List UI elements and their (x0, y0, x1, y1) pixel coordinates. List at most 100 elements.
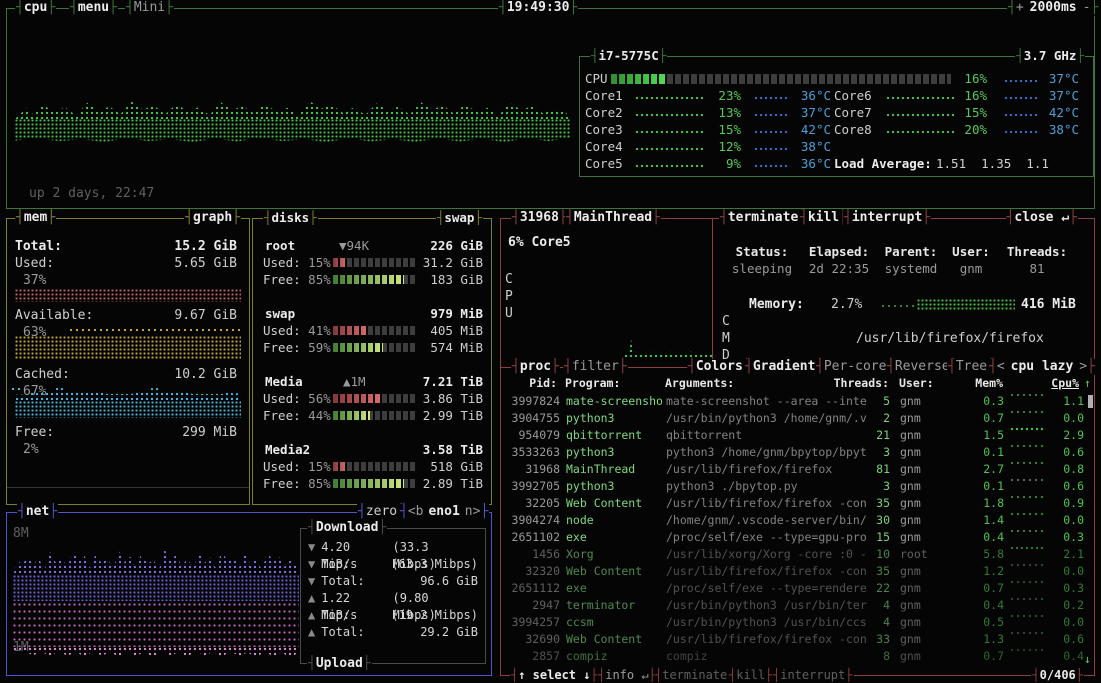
scroll-down-icon[interactable]: ↓ (1084, 651, 1091, 668)
interval-plus-button[interactable]: + (1016, 0, 1024, 15)
disk-free-value: 183 GiB (430, 271, 483, 288)
interrupt-button[interactable]: interrupt (843, 210, 931, 226)
disks-box-title[interactable]: disks (263, 210, 318, 226)
clock: 19:49:30 (498, 0, 578, 16)
sort-next-button[interactable]: > (1079, 359, 1087, 374)
detail-field-label: Elapsed: (801, 243, 877, 260)
column-mem[interactable]: Mem% (963, 375, 1003, 392)
table-row[interactable]: 3994257ccsm/usr/bin/python3 /usr/bin/ccs… (502, 614, 1093, 631)
table-row[interactable]: 954079qbittorrentqbittorrent21gnm1.52.9 (502, 427, 1093, 444)
process-table: 3997824mate-screenshomate-screenshot --a… (502, 393, 1093, 665)
kill-button[interactable]: kill (799, 210, 848, 226)
mem-free-label: Free: (15, 424, 54, 441)
colors-option[interactable]: Colors (687, 359, 752, 375)
detail-field-label: Status: (726, 243, 798, 260)
table-row[interactable]: 3992705python3python3 ./bpytop.py3gnm0.1… (502, 478, 1093, 495)
core-temp: 36°C (787, 155, 831, 172)
table-row[interactable]: 2947terminator/usr/bin/python3 /usr/bin/… (502, 597, 1093, 614)
column-pid[interactable]: Pid: (509, 375, 557, 392)
download-title: Download (307, 520, 387, 536)
column-program[interactable]: Program: (565, 375, 620, 392)
table-row[interactable]: 32690Web Content/usr/lib/firefox/firefox… (502, 631, 1093, 648)
detail-command: /usr/lib/firefox/firefox (856, 330, 1044, 347)
mem-box-title[interactable]: mem (15, 210, 56, 226)
interval-minus-button[interactable]: - (1083, 0, 1091, 15)
cpu-usage-graph-spikes (15, 91, 571, 119)
uptime: up 2 days, 22:47 (29, 185, 154, 202)
download-speed-row: ▼4.20 MiB/s(33.3 Mibps) (301, 539, 485, 556)
core-temp: 38°C (787, 138, 831, 155)
column-cpu[interactable]: Cpu% (1035, 375, 1079, 392)
disk-total: 7.21 TiB (423, 373, 483, 390)
table-row[interactable]: 3533263python3python3 /home/gnm/bpytop/b… (502, 444, 1093, 461)
table-row[interactable]: 31968MainThread/usr/lib/firefox/firefox8… (502, 461, 1093, 478)
disk-used-meter (333, 394, 417, 403)
detail-memory-label: Memory: (749, 296, 804, 313)
iface-next-button[interactable]: n> (465, 504, 481, 519)
disk-used-value: 405 MiB (430, 322, 483, 339)
scrollbar-thumb[interactable] (1088, 395, 1093, 408)
mini-mode-button[interactable]: Mini (125, 0, 174, 16)
table-row[interactable]: 32320Web Content/usr/lib/firefox/firefox… (502, 563, 1093, 580)
footer-interrupt-button[interactable]: interrupt (772, 667, 854, 683)
sort-prev-button[interactable]: < (997, 359, 1005, 374)
footer-kill-button[interactable]: kill (728, 667, 773, 683)
core-label: Core5 (585, 155, 623, 172)
core-label: Core4 (585, 138, 623, 155)
disk-free-label: Free: 59% (263, 339, 331, 356)
upload-speed-row: ▲1.22 MiB/s(9.80 Mibps) (301, 590, 485, 607)
mem-cached-graph (15, 401, 241, 418)
per-core-option[interactable]: Per-core (815, 359, 895, 375)
detail-field-label: Threads: (1001, 243, 1073, 260)
gradient-option[interactable]: Gradient (744, 359, 824, 375)
table-row[interactable]: 2857compizcompiz8gnm0.70.4 (502, 648, 1093, 665)
detail-process-name: MainThread (565, 210, 661, 226)
column-threads[interactable]: Threads: (829, 375, 889, 392)
filter-button[interactable]: filter (563, 359, 628, 375)
table-row[interactable]: 1456Xorg/usr/lib/xorg/Xorg -core :0 -10r… (502, 546, 1093, 563)
detail-memory-value: 416 MiB (1021, 296, 1076, 313)
mem-cached-label: Cached: (15, 366, 70, 383)
upload-arrow-icon: ▲ (308, 590, 315, 607)
mem-graph-toggle[interactable]: graph (184, 210, 241, 226)
disk-free-meter (333, 343, 417, 352)
download-top-row: ▼Top:(63.3 Mibps) (301, 556, 485, 573)
terminate-button[interactable]: terminate (719, 210, 807, 226)
table-row[interactable]: 2651112exe/proc/self/exe --type=rendere2… (502, 580, 1093, 597)
disk-free-label: Free: 85% (263, 271, 331, 288)
table-row[interactable]: 2651102exe/proc/self/exe --type=gpu-pro1… (502, 529, 1093, 546)
close-button[interactable]: close ↵ (1006, 210, 1078, 226)
selection-count: 0/406 (1031, 667, 1084, 683)
iface-prev-button[interactable]: <b (408, 504, 424, 519)
menu-button[interactable]: menu (69, 0, 118, 16)
net-upload-graph-spikes (13, 647, 299, 663)
table-row[interactable]: 3904274node/home/gnm/.vscode-server/bin/… (502, 512, 1093, 529)
column-user[interactable]: User: (899, 375, 934, 392)
mem-used-graph (15, 289, 241, 302)
table-row[interactable]: 3997824mate-screenshomate-screenshot --a… (502, 393, 1093, 410)
footer-terminate-button[interactable]: terminate (654, 667, 736, 683)
detail-field-value: gnm (947, 260, 995, 277)
net-interface-switcher[interactable]: <beno1n> (399, 504, 489, 520)
cpu-box-title[interactable]: cpu (15, 0, 56, 16)
column-arguments[interactable]: Arguments: (665, 375, 734, 392)
detail-memory-graph-lead (881, 304, 915, 310)
disks-box: disks swap root ▼94K 226 GiB Used: 15% 3… (252, 218, 492, 505)
table-row[interactable]: 32205Web Content/usr/lib/firefox/firefox… (502, 495, 1093, 512)
select-control[interactable]: ↑ select ↓ (510, 667, 599, 683)
net-box-title[interactable]: net (17, 504, 58, 520)
disk-name: Media2 (265, 441, 310, 458)
download-arrow-icon: ▼ (308, 539, 315, 556)
disk-io: ▲1M (343, 373, 366, 390)
detail-cpu-mini-graph (624, 334, 712, 360)
core-percent: 23% (701, 87, 741, 104)
core-percent: 12% (701, 138, 741, 155)
core-usage-graph (635, 130, 705, 135)
info-button[interactable]: info ↵ (597, 667, 657, 683)
cpu-box: cpu menu Mini 19:49:30 +2000ms- up 2 day… (6, 8, 1095, 209)
cpu-core-box: i7-5775C 3.7 GHz CPU 16% 37°C Core1 23% … (579, 56, 1094, 177)
table-row[interactable]: 3904755python3/usr/bin/python3 /home/gnm… (502, 410, 1093, 427)
detail-field-label: Parent: (881, 243, 941, 260)
proc-box-title[interactable]: proc (511, 359, 560, 375)
disks-swap-toggle[interactable]: swap (436, 210, 483, 226)
